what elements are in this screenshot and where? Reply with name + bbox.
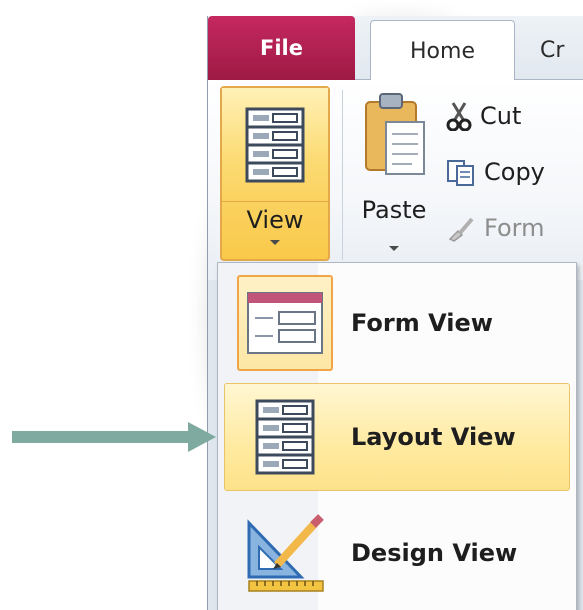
menu-item-label: Design View	[351, 539, 518, 567]
group-separator	[342, 90, 343, 260]
clipboard-paste-icon	[365, 93, 425, 175]
tab-home[interactable]: Home	[370, 20, 515, 81]
ribbon-home-panel: View Paste Cut Copy Form	[208, 80, 583, 280]
cut-label: Cut	[480, 102, 522, 130]
view-button[interactable]: View	[220, 86, 330, 261]
copy-icon	[447, 160, 474, 186]
tab-create[interactable]: Cr	[540, 20, 583, 81]
layout-view-icon	[245, 107, 305, 182]
menu-item-label: Form View	[351, 309, 493, 337]
copy-button[interactable]: Copy	[446, 152, 545, 192]
menu-item-design-view[interactable]: Design View	[224, 499, 570, 607]
copy-label: Copy	[484, 158, 545, 186]
ribbon-tab-strip: File Home Cr	[208, 16, 583, 81]
form-view-icon	[237, 275, 333, 371]
layout-view-icon	[237, 389, 333, 485]
design-view-icon	[237, 505, 333, 601]
cut-button[interactable]: Cut	[446, 96, 521, 136]
paintbrush-icon	[448, 217, 474, 242]
menu-item-form-view[interactable]: Form View	[224, 269, 570, 377]
scissors-icon	[446, 102, 472, 131]
format-painter-button[interactable]: Form	[446, 208, 544, 248]
chevron-down-icon[interactable]	[389, 246, 399, 251]
right-arrow-icon	[12, 422, 216, 452]
format-painter-label: Form	[484, 214, 545, 242]
paste-button-label: Paste	[361, 196, 427, 224]
view-dropdown-menu: Form View Layout View Design View	[217, 262, 577, 610]
paste-button[interactable]: Paste	[356, 86, 432, 261]
tab-file[interactable]: File	[208, 16, 355, 80]
menu-item-label: Layout View	[351, 423, 516, 451]
view-button-label: View	[246, 206, 304, 234]
menu-item-layout-view[interactable]: Layout View	[224, 383, 570, 491]
chevron-down-icon[interactable]	[270, 240, 280, 245]
view-button-top[interactable]	[222, 88, 328, 202]
